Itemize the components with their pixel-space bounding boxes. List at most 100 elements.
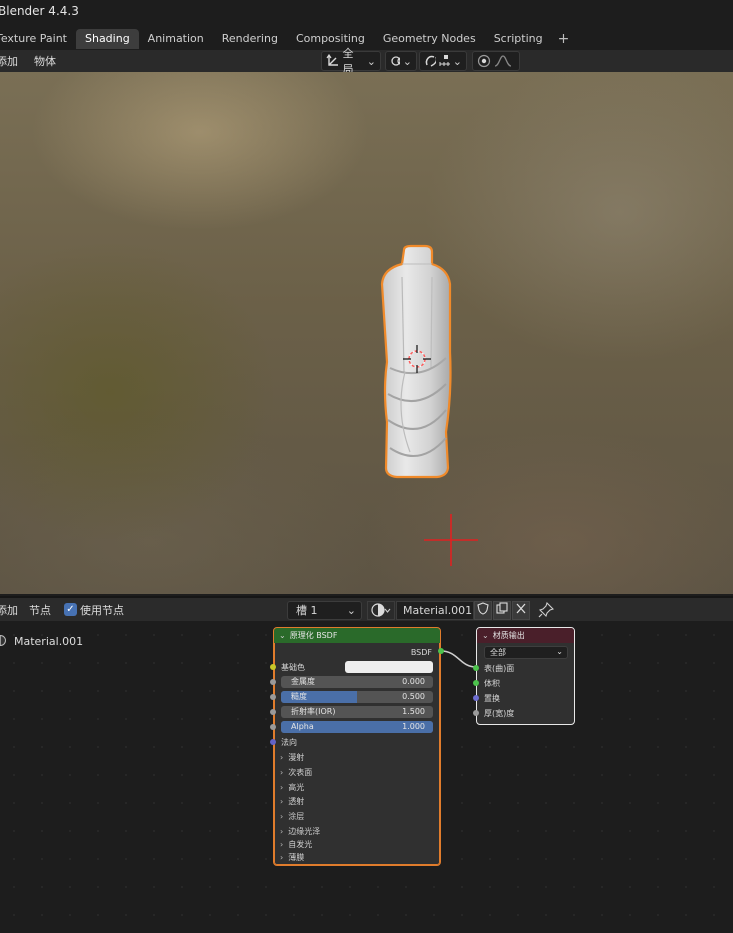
node-menu-node[interactable]: 节点	[29, 602, 51, 618]
base-color-swatch[interactable]	[345, 661, 433, 673]
pin-icon	[538, 601, 555, 618]
output-node-header[interactable]: ⌄ 材质输出	[477, 628, 574, 643]
bsdf-node-header[interactable]: ⌄ 原理化 BSDF	[274, 628, 440, 643]
panel-label: 自发光	[288, 840, 313, 849]
transform-orientation-dropdown[interactable]: 全局 ⌄	[321, 47, 381, 76]
displacement-socket[interactable]	[473, 695, 479, 701]
chevron-down-icon: ⌄	[402, 54, 412, 68]
base-color-socket[interactable]	[270, 664, 276, 670]
output-node-title: 材质输出	[492, 631, 525, 640]
unlink-material-button[interactable]	[512, 601, 530, 620]
use-nodes-checkbox[interactable]: ✓	[64, 603, 77, 616]
tab-shading[interactable]: Shading	[75, 29, 139, 49]
pivot-point-dropdown[interactable]: ⌄	[385, 51, 417, 71]
metallic-socket[interactable]	[270, 679, 276, 685]
panel-label: 高光	[288, 783, 305, 792]
title-bar: Blender 4.4.3	[0, 0, 733, 28]
alpha-slider[interactable]: Alpha 1.000	[281, 721, 433, 733]
collapse-chevron-icon[interactable]: ⌄	[482, 631, 489, 640]
tab-rendering[interactable]: Rendering	[213, 29, 287, 49]
material-output-node[interactable]: ⌄ 材质输出 全部 ⌄ 表(曲)面 体积 置换 厚(宽)度	[473, 627, 575, 725]
duplicate-material-button[interactable]	[493, 601, 511, 620]
panel-label: 薄膜	[288, 853, 305, 862]
thickness-label: 厚(宽)度	[484, 709, 515, 718]
base-color-label: 基础色	[281, 663, 305, 672]
panel-label: 次表面	[288, 768, 313, 777]
normal-label: 法向	[281, 738, 297, 747]
use-nodes-label: 使用节点	[80, 604, 124, 617]
roughness-slider[interactable]: 糙度 0.500	[281, 691, 433, 703]
metallic-slider[interactable]: 金属度 0.000	[281, 676, 433, 688]
viewport-menu-add[interactable]: 添加	[0, 53, 18, 69]
slider-label: 糙度	[291, 692, 307, 701]
slot-value: 槽 1	[296, 604, 318, 617]
shield-icon	[477, 602, 489, 615]
panel-emission[interactable]: › 自发光	[280, 839, 312, 850]
tab-texture-paint[interactable]: Texture Paint	[0, 29, 76, 49]
displacement-label: 置换	[484, 694, 500, 703]
chevron-right-icon: ›	[280, 768, 284, 777]
normal-socket[interactable]	[270, 739, 276, 745]
output-target-dropdown[interactable]: 全部 ⌄	[484, 646, 568, 659]
bsdf-output-label: BSDF	[410, 648, 432, 657]
chevron-right-icon: ›	[280, 812, 284, 821]
alpha-socket[interactable]	[270, 724, 276, 730]
3d-cursor-crosshair	[424, 514, 478, 566]
slider-value: 0.500	[402, 692, 425, 701]
duplicate-icon	[496, 602, 508, 614]
chevron-down-icon: ⌄	[452, 54, 462, 68]
pivot-link-icon	[391, 56, 400, 66]
panel-subsurface[interactable]: › 次表面	[280, 767, 312, 778]
tab-geometry-nodes[interactable]: Geometry Nodes	[374, 29, 485, 49]
panel-label: 漫射	[288, 753, 305, 762]
tab-animation[interactable]: Animation	[139, 29, 213, 49]
slider-value: 1.000	[402, 722, 425, 731]
node-editor-canvas[interactable]: Material.001 ⌄ 原理化 BSDF BSDF 基础色 金属度 0.00…	[0, 621, 733, 933]
bsdf-node-title: 原理化 BSDF	[289, 631, 338, 640]
volume-label: 体积	[484, 679, 500, 688]
pin-button[interactable]	[538, 601, 555, 621]
material-sphere-icon	[371, 603, 391, 617]
bottle-object[interactable]	[380, 244, 452, 479]
browse-material-button[interactable]	[367, 601, 395, 620]
bsdf-output-socket[interactable]	[438, 648, 444, 654]
panel-specular[interactable]: › 高光	[280, 782, 304, 793]
chevron-right-icon: ›	[280, 783, 284, 792]
panel-sheen[interactable]: › 边缘光泽	[280, 826, 320, 837]
panel-thin-film[interactable]: › 薄膜	[280, 852, 304, 863]
output-target-value: 全部	[490, 648, 506, 657]
surface-label: 表(曲)面	[484, 664, 515, 673]
workspace-tabs: Texture Paint Shading Animation Renderin…	[0, 28, 733, 50]
chevron-down-icon: ⌄	[556, 647, 563, 656]
principled-bsdf-node[interactable]: ⌄ 原理化 BSDF BSDF 基础色 金属度 0.000 糙度 0.500 折射…	[270, 627, 444, 866]
panel-label: 边缘光泽	[288, 827, 321, 836]
panel-transmission[interactable]: › 透射	[280, 796, 304, 807]
ior-socket[interactable]	[270, 709, 276, 715]
collapse-chevron-icon[interactable]: ⌄	[279, 631, 286, 640]
material-name-field[interactable]: Material.001	[396, 601, 474, 620]
fake-user-button[interactable]	[474, 601, 492, 620]
add-workspace-button[interactable]: +	[552, 31, 576, 47]
snapping-controls[interactable]: ⌄	[419, 51, 467, 71]
snap-increment-icon	[439, 55, 450, 66]
node-menu-add[interactable]: 添加	[0, 602, 18, 618]
bsdf-to-surface-link	[440, 650, 477, 668]
panel-coat[interactable]: › 涂层	[280, 811, 304, 822]
roughness-socket[interactable]	[270, 694, 276, 700]
thickness-socket[interactable]	[473, 710, 479, 716]
material-slot-dropdown[interactable]: 槽 1 ⌄	[287, 601, 362, 620]
ior-slider[interactable]: 折射率(IOR) 1.500	[281, 706, 433, 718]
chevron-right-icon: ›	[280, 840, 284, 849]
chevron-down-icon: ⌄	[346, 604, 356, 617]
viewport-menu-object[interactable]: 物体	[34, 53, 56, 69]
volume-socket[interactable]	[473, 680, 479, 686]
chevron-down-icon: ⌄	[366, 54, 376, 68]
slider-label: Alpha	[291, 722, 314, 731]
panel-diffuse[interactable]: › 漫射	[280, 752, 304, 763]
slider-value: 0.000	[402, 677, 425, 686]
3d-viewport[interactable]	[0, 72, 733, 594]
tab-scripting[interactable]: Scripting	[485, 29, 552, 49]
surface-socket[interactable]	[473, 665, 479, 671]
close-icon	[516, 603, 526, 614]
proportional-editing-controls[interactable]	[472, 51, 520, 71]
